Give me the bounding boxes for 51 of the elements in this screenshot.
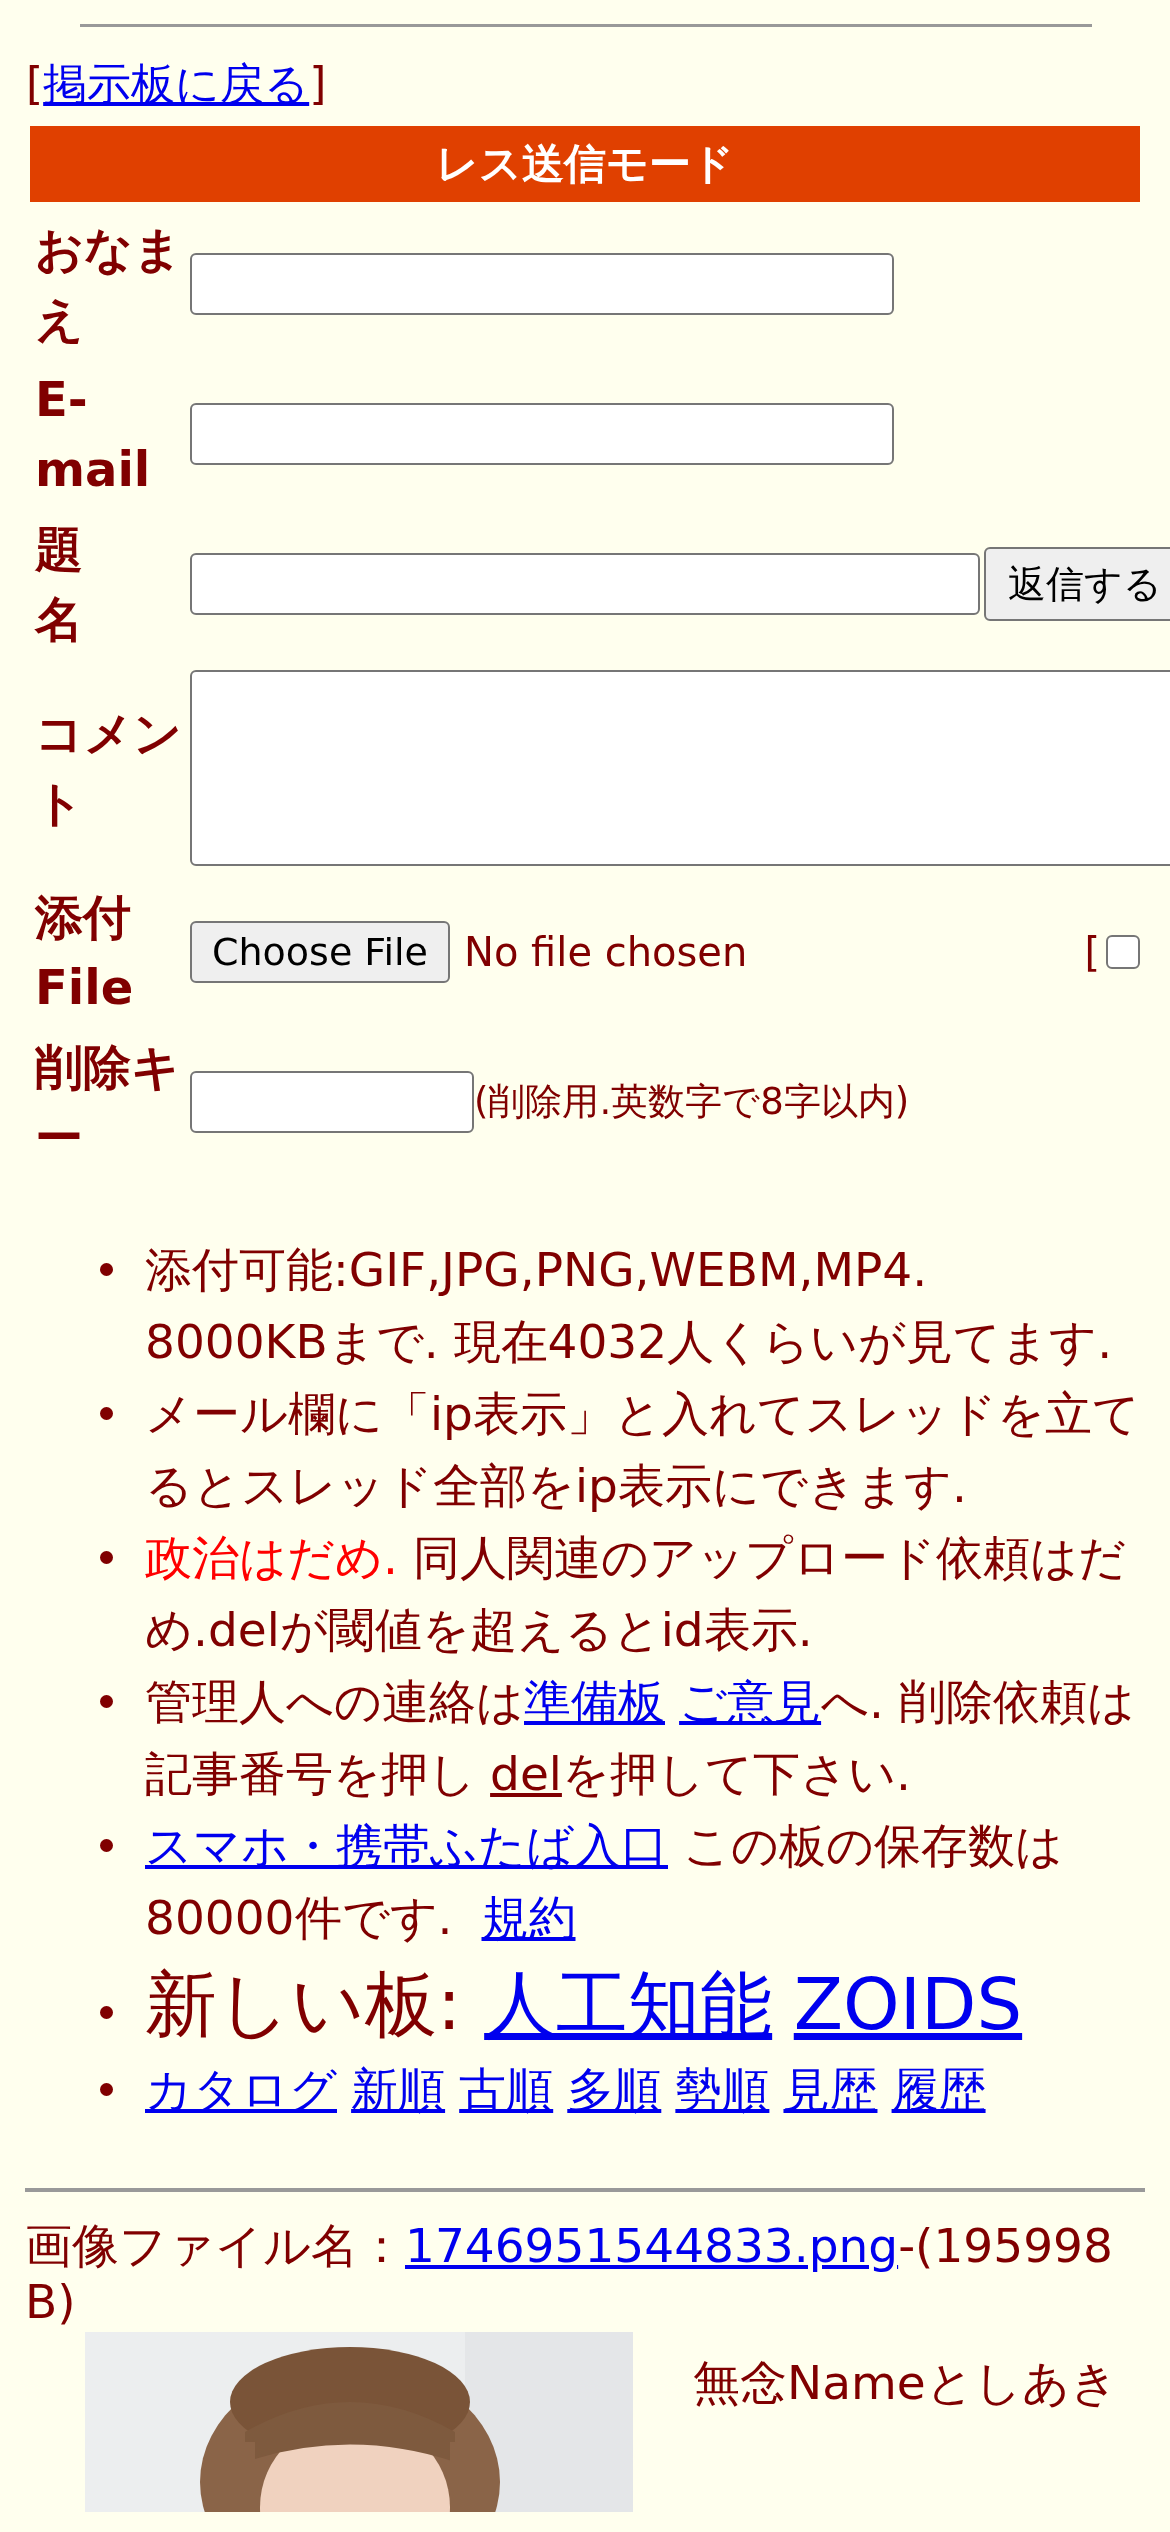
field-label: 削除キー (35, 1038, 181, 1168)
notice-text: 政治はだめ. 同人関連のアップロード依頼はだめ.delが閾値を超えるとid表示. (145, 1529, 1127, 1660)
text-link[interactable]: 見歴 (783, 2054, 878, 2127)
text-link[interactable]: 多順 (567, 2054, 662, 2127)
bullet-icon (100, 1695, 113, 1709)
input-field[interactable] (190, 403, 894, 466)
text-link[interactable]: カタログ (145, 2054, 337, 2127)
text-link[interactable]: スマホ・携帯ふたば入口 (145, 1818, 668, 1874)
form-title: レス送信モード (30, 126, 1140, 203)
notice-text: スマホ・携帯ふたば入口 この板の保存数は80000件です. 規約 (145, 1817, 1064, 1948)
input-field[interactable] (190, 253, 894, 316)
field-hint: (削除用.英数字で8字以内) (474, 1079, 910, 1126)
password-field[interactable] (190, 1071, 474, 1134)
field-label: コメント (35, 704, 183, 834)
field-label: 題名 (35, 520, 84, 650)
bullet-icon (100, 2006, 113, 2020)
notice-text: 管理人への連絡は準備板 ご意見へ. 削除依頼は記事番号を押し delを押して下さい. (145, 1673, 1136, 1804)
input-field[interactable] (190, 553, 980, 616)
bracket-text: [ (1084, 929, 1100, 976)
text-link[interactable]: 履歴 (891, 2054, 986, 2127)
text-link[interactable]: del (490, 1746, 562, 1802)
notice-text: 新しい板: 人工知能 ZOIDS (145, 1961, 1024, 2049)
bullet-icon (100, 1839, 113, 1853)
bullet-icon (100, 2083, 113, 2097)
file-link[interactable]: 1746951544833.png (405, 2218, 899, 2274)
notice-text: メール欄に「ip表示」と入れてスレッドを立てるとスレッド全部をip表示にできます. (145, 1385, 1140, 1516)
text-link[interactable]: 規約 (481, 1890, 576, 1946)
bullet-icon (100, 1263, 113, 1277)
text-link[interactable]: 勢順 (675, 2054, 770, 2127)
post-header: 無念Nameとしあき (693, 2354, 1118, 2413)
text-link[interactable]: 人工知能 (484, 1962, 773, 2047)
field-label: 添付File (35, 888, 135, 1018)
comment-field[interactable] (190, 670, 1170, 867)
submit-button[interactable]: 返信する (984, 547, 1170, 622)
text-link[interactable]: 古順 (459, 2054, 554, 2127)
field-label: E-mail (35, 370, 152, 500)
file-info-text: 画像ファイル名：1746951544833.png-(195998 B) (24, 2217, 1114, 2331)
bullet-icon (100, 1551, 113, 1565)
file-status: No file chosen (463, 929, 748, 976)
bullet-icon (100, 1407, 113, 1421)
field-label: おなまえ (35, 220, 183, 350)
text-link[interactable]: ZOIDS (793, 1962, 1023, 2047)
notice-text: 添付可能:GIF,JPG,PNG,WEBM,MP4. 8000KBまで. 現在4032人くらいが見てます. (145, 1241, 1114, 1372)
bracket-text: ] (309, 58, 327, 109)
text-link[interactable]: 準備板 (524, 1674, 665, 1730)
back-link[interactable]: 掲示板に戻る (43, 58, 310, 109)
choose-file-button[interactable]: Choose File (190, 921, 450, 984)
text-link[interactable]: ご意見 (679, 1674, 822, 1730)
text-link[interactable]: 新順 (351, 2054, 446, 2127)
checkbox[interactable] (1106, 935, 1140, 970)
bracket-text: [ (26, 58, 44, 109)
